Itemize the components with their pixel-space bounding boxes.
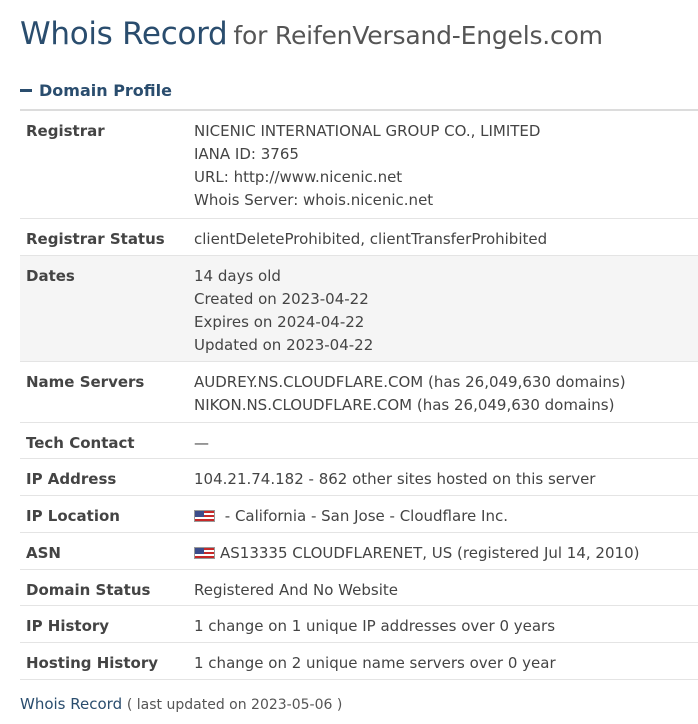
row-asn: ASN AS13335 CLOUDFLARENET, US (registere… bbox=[20, 533, 698, 570]
row-label: Registrar bbox=[26, 122, 105, 140]
row-ip-location: IP Location - California - San Jose - Cl… bbox=[20, 496, 698, 533]
row-dates: Dates 14 days old Created on 2023-04-22 … bbox=[20, 256, 698, 362]
expires-date: Expires on 2024-04-22 bbox=[194, 313, 365, 331]
whois-record-link[interactable]: Whois Record bbox=[20, 695, 122, 713]
registrar-value: NICENIC INTERNATIONAL GROUP CO., LIMITED… bbox=[194, 111, 698, 218]
whois-page: Whois Record for ReifenVersand-Engels.com… bbox=[0, 0, 698, 724]
row-registrar: Registrar NICENIC INTERNATIONAL GROUP CO… bbox=[20, 111, 698, 219]
hosting-history-value: 1 change on 2 unique name servers over 0… bbox=[194, 654, 556, 672]
row-hosting-history: Hosting History 1 change on 2 unique nam… bbox=[20, 643, 698, 680]
domain-profile-table: Registrar NICENIC INTERNATIONAL GROUP CO… bbox=[20, 109, 698, 680]
page-title-main: Whois Record bbox=[20, 16, 228, 52]
registrar-whois-server: Whois Server: whois.nicenic.net bbox=[194, 191, 434, 209]
page-title-domain: for ReifenVersand-Engels.com bbox=[233, 21, 603, 50]
row-name-servers: Name Servers AUDREY.NS.CLOUDFLARE.COM (h… bbox=[20, 362, 698, 423]
registrar-status-value: clientDeleteProhibited, clientTransferPr… bbox=[194, 230, 548, 248]
domain-age: 14 days old bbox=[194, 267, 281, 285]
whois-record-footer: Whois Record ( last updated on 2023-05-0… bbox=[20, 695, 342, 713]
row-label: Hosting History bbox=[26, 654, 159, 672]
row-tech-contact: Tech Contact — bbox=[20, 423, 698, 459]
row-label: Dates bbox=[26, 267, 75, 285]
registrar-url: URL: http://www.nicenic.net bbox=[194, 168, 403, 186]
tech-contact-value: — bbox=[194, 434, 209, 452]
created-date: Created on 2023-04-22 bbox=[194, 290, 369, 308]
domain-status-value: Registered And No Website bbox=[194, 581, 398, 599]
row-label: Domain Status bbox=[26, 581, 151, 599]
row-ip-address: IP Address 104.21.74.182 - 862 other sit… bbox=[20, 459, 698, 496]
page-title: Whois Record for ReifenVersand-Engels.com bbox=[20, 14, 603, 52]
row-label: IP History bbox=[26, 617, 110, 635]
ip-location-value: - California - San Jose - Cloudflare Inc… bbox=[194, 496, 698, 532]
row-label: IP Address bbox=[26, 470, 117, 488]
ip-location-text: - California - San Jose - Cloudflare Inc… bbox=[220, 507, 508, 525]
asn-value: AS13335 CLOUDFLARENET, US (registered Ju… bbox=[194, 533, 698, 569]
us-flag-icon bbox=[194, 547, 215, 559]
last-updated-note: ( last updated on 2023-05-06 ) bbox=[126, 697, 343, 713]
row-registrar-status: Registrar Status clientDeleteProhibited,… bbox=[20, 219, 698, 256]
name-server-2: NIKON.NS.CLOUDFLARE.COM (has 26,049,630 … bbox=[194, 396, 615, 414]
domain-profile-toggle[interactable]: Domain Profile bbox=[20, 81, 172, 100]
row-label: Tech Contact bbox=[26, 434, 135, 452]
row-label: ASN bbox=[26, 544, 61, 562]
minus-icon[interactable] bbox=[20, 89, 32, 92]
ip-address-value: 104.21.74.182 - 862 other sites hosted o… bbox=[194, 470, 596, 488]
asn-text: AS13335 CLOUDFLARENET, US (registered Ju… bbox=[220, 544, 640, 562]
row-label: IP Location bbox=[26, 507, 120, 525]
dates-value: 14 days old Created on 2023-04-22 Expire… bbox=[194, 256, 698, 361]
name-servers-value: AUDREY.NS.CLOUDFLARE.COM (has 26,049,630… bbox=[194, 362, 698, 422]
name-server-1: AUDREY.NS.CLOUDFLARE.COM (has 26,049,630… bbox=[194, 373, 626, 391]
row-ip-history: IP History 1 change on 1 unique IP addre… bbox=[20, 606, 698, 643]
row-label: Registrar Status bbox=[26, 230, 165, 248]
registrar-iana-id: IANA ID: 3765 bbox=[194, 145, 299, 163]
domain-profile-label: Domain Profile bbox=[39, 81, 172, 100]
us-flag-icon bbox=[194, 510, 215, 522]
updated-date: Updated on 2023-04-22 bbox=[194, 336, 374, 354]
registrar-name: NICENIC INTERNATIONAL GROUP CO., LIMITED bbox=[194, 122, 541, 140]
ip-history-value: 1 change on 1 unique IP addresses over 0… bbox=[194, 617, 556, 635]
row-label: Name Servers bbox=[26, 373, 145, 391]
row-domain-status: Domain Status Registered And No Website bbox=[20, 570, 698, 606]
